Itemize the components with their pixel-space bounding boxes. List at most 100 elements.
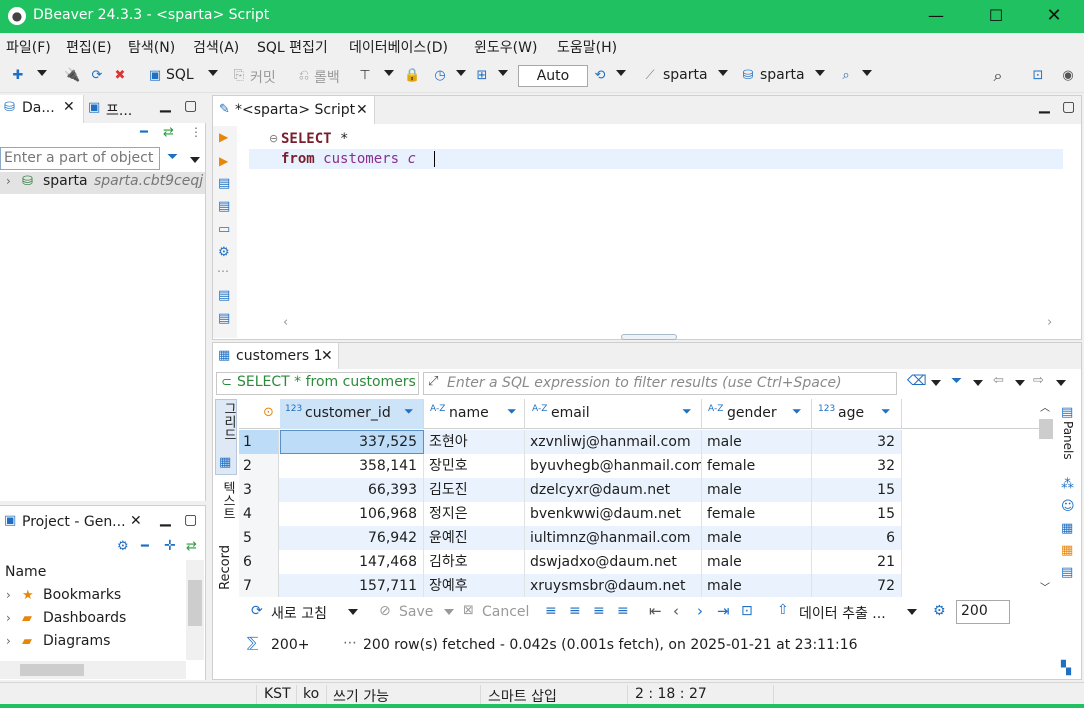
more-icon[interactable]: ⋯	[217, 264, 229, 278]
schema-dropdown-icon[interactable]	[815, 70, 825, 76]
auto-commit-field[interactable]: Auto	[518, 65, 588, 87]
row-number[interactable]: 4	[239, 502, 279, 526]
menu-sql-editor[interactable]: SQL 편집기	[257, 37, 328, 57]
table-cell-age[interactable]: 72	[813, 574, 902, 597]
results-filter-input[interactable]: ⤢ Enter a SQL expression to filter resul…	[423, 372, 897, 395]
table-cell-email[interactable]: byuvhegb@hanmail.com	[526, 454, 702, 478]
table-cell-name[interactable]: 장민호	[425, 454, 525, 478]
expand-icon[interactable]: ✛	[164, 538, 176, 554]
export-icon[interactable]: ⇧	[777, 602, 789, 618]
menu-edit[interactable]: 편집(E)	[66, 37, 112, 57]
minimize-view-icon[interactable]: ▁	[160, 97, 171, 113]
menu-window[interactable]: 윈도우(W)	[474, 37, 537, 57]
back-dropdown-icon[interactable]	[1015, 380, 1025, 386]
maximize-button[interactable]: ☐	[966, 0, 1026, 33]
configure-icon[interactable]: ⚙	[117, 539, 129, 554]
expand-arrow-icon[interactable]: ›	[6, 634, 11, 648]
row-number[interactable]: 5	[239, 526, 279, 550]
minimize-view-icon[interactable]: ▁	[1039, 98, 1050, 114]
refresh-button[interactable]: 새로 고침	[271, 603, 327, 623]
table-cell-name[interactable]: 장예후	[425, 574, 525, 597]
table-cell-gender[interactable]: male	[703, 574, 812, 597]
collapse-icon[interactable]: ━	[141, 539, 149, 554]
column-header-email[interactable]: A-Z email ⏷	[526, 399, 702, 429]
load-script-icon[interactable]: ▤	[218, 288, 230, 303]
tree-item-bookmarks[interactable]: › ★ Bookmarks	[0, 586, 180, 608]
side-tab-record[interactable]: Record	[215, 543, 237, 633]
minimize-button[interactable]: —	[906, 0, 966, 33]
filter-icon[interactable]: ⏷	[167, 149, 178, 165]
table-cell-email[interactable]: dzelcyxr@daum.net	[526, 478, 702, 502]
table-row[interactable]: 5 76,942 윤예진 iultimnz@hanmail.com male 6	[239, 526, 902, 550]
table-row[interactable]: 4 106,968 정지은 bvenkwwi@daum.net female 15	[239, 502, 902, 526]
close-tab-icon[interactable]: ✕	[321, 348, 333, 364]
close-tab-icon[interactable]: ✕	[130, 513, 142, 529]
tree-item-sparta-connection[interactable]: › ⛁ sparta sparta.cbt9ceqj...	[0, 172, 205, 194]
active-schema[interactable]: sparta	[760, 67, 805, 83]
first-page-icon[interactable]: ⇤	[649, 602, 662, 620]
tab-customers-1[interactable]: ▦ customers 1 ✕	[213, 343, 339, 369]
fetch-all-icon[interactable]: ⊡	[741, 603, 753, 619]
copy-row-icon[interactable]: ≡	[593, 603, 605, 619]
table-row[interactable]: 1 337,525 조현아 xzvnliwj@hanmail.com male 32	[239, 430, 902, 454]
table-cell-id[interactable]: 157,711	[280, 574, 424, 597]
close-tab-icon[interactable]: ✕	[356, 102, 368, 118]
fetch-size-input[interactable]: 200	[956, 600, 1010, 624]
table-cell-gender[interactable]: male	[703, 550, 812, 574]
tab-database-navigator[interactable]: ⛁ Da... ✕	[0, 95, 84, 123]
fold-toggle-icon[interactable]: ⊖	[269, 132, 278, 145]
group-by-icon[interactable]: ▦	[1061, 521, 1073, 536]
grid-vertical-scrollbar[interactable]: ︿ ﹀	[1039, 399, 1053, 595]
editor-code-line-1[interactable]: SELECT *	[281, 129, 348, 149]
link-editor-icon[interactable]: ⇄	[163, 125, 174, 140]
layout-icon[interactable]: ▚	[1061, 661, 1071, 676]
column-header-age[interactable]: 123 age ⏷	[813, 399, 902, 429]
close-tab-icon[interactable]: ✕	[63, 99, 75, 115]
view-menu-icon[interactable]: ⋮	[190, 125, 202, 139]
table-cell-age[interactable]: 15	[813, 502, 902, 526]
table-cell-id[interactable]: 337,525	[280, 430, 424, 454]
menu-file[interactable]: 파일(F)	[6, 37, 51, 57]
transaction-mode-icon[interactable]: ⊤	[357, 68, 373, 84]
scrollbar-thumb[interactable]	[1039, 419, 1053, 439]
sql-button[interactable]: SQL	[166, 67, 194, 83]
references-icon[interactable]: ▤	[1061, 565, 1073, 580]
last-page-icon[interactable]: ⇥	[717, 602, 730, 620]
export-dropdown-icon[interactable]	[907, 609, 917, 615]
link-icon[interactable]: ⇄	[186, 539, 197, 554]
eraser-dropdown-icon[interactable]	[931, 380, 941, 386]
dashboard-icon[interactable]: ◷	[432, 68, 448, 84]
scroll-up-icon[interactable]: ︿	[1040, 399, 1050, 414]
collapse-all-icon[interactable]: ━	[140, 125, 148, 140]
table-cell-id[interactable]: 106,968	[280, 502, 424, 526]
table-cell-name[interactable]: 김도진	[425, 478, 525, 502]
table-cell-age[interactable]: 32	[813, 430, 902, 454]
execute-script-icon[interactable]: ▤	[218, 176, 230, 191]
value-viewer-icon[interactable]: ☺	[1061, 499, 1075, 514]
settings-icon[interactable]: ⚙	[218, 245, 230, 260]
table-cell-age[interactable]: 32	[813, 454, 902, 478]
table-cell-id[interactable]: 358,141	[280, 454, 424, 478]
datasource-dropdown-icon[interactable]	[718, 70, 728, 76]
script-tabs-icon[interactable]: ▤	[218, 199, 230, 214]
row-number[interactable]: 6	[239, 550, 279, 574]
execute-new-tab-icon[interactable]: ▶	[219, 154, 228, 168]
calc-icon[interactable]: ▦	[1061, 543, 1073, 558]
filter-dropdown-icon[interactable]	[973, 380, 983, 386]
close-button[interactable]: ✕	[1024, 0, 1084, 33]
filter-dropdown-icon[interactable]	[190, 157, 200, 163]
select-all-icon[interactable]: ⊙	[263, 405, 274, 420]
sort-filter-icon[interactable]: ⏷	[682, 404, 692, 419]
navigator-filter-input[interactable]: Enter a part of object n	[0, 147, 160, 170]
table-cell-gender[interactable]: male	[703, 526, 812, 550]
fetch-size-icon[interactable]: ⚙	[933, 603, 946, 619]
panels-icon[interactable]: ▤	[1061, 405, 1073, 420]
tree-item-dashboards[interactable]: › ▰ Dashboards	[0, 609, 180, 631]
menu-navigate[interactable]: 탐색(N)	[128, 37, 175, 57]
menu-database[interactable]: 데이터베이스(D)	[349, 37, 448, 57]
minimize-view-icon[interactable]: ▁	[160, 511, 171, 527]
table-row[interactable]: 6 147,468 김하호 dswjadxo@daum.net male 21	[239, 550, 902, 574]
table-cell-email[interactable]: xzvnliwj@hanmail.com	[526, 430, 702, 454]
expand-arrow-icon[interactable]: ›	[6, 611, 11, 625]
row-number[interactable]: 2	[239, 454, 279, 478]
